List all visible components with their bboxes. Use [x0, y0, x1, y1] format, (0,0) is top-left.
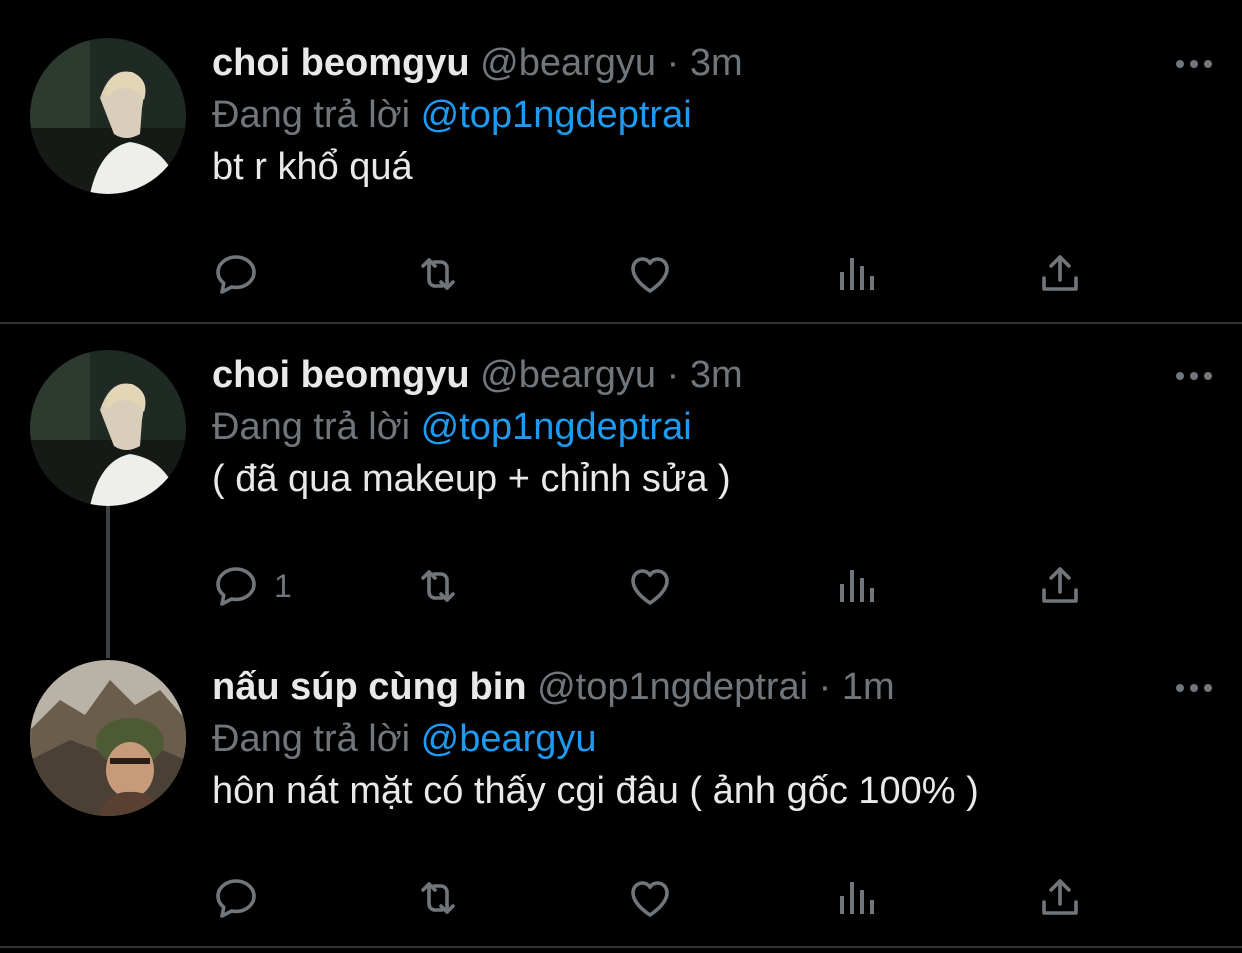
- reply-icon: [216, 879, 256, 918]
- more-icon[interactable]: [1174, 366, 1214, 386]
- timestamp[interactable]: 3m: [690, 354, 743, 396]
- like-button[interactable]: [626, 872, 674, 924]
- reply-icon: [216, 255, 256, 294]
- like-button[interactable]: [626, 560, 674, 612]
- retweet-button[interactable]: [414, 560, 462, 612]
- like-button[interactable]: [626, 248, 674, 300]
- reply-to-mention[interactable]: @beargyu: [421, 718, 597, 760]
- avatar-beargyu[interactable]: [30, 350, 186, 506]
- reply-prefix: Đang trả lời: [212, 94, 411, 136]
- reply-prefix: Đang trả lời: [212, 718, 411, 760]
- reply-context: Đang trả lời @beargyu: [212, 716, 1242, 762]
- share-button[interactable]: [1036, 872, 1084, 924]
- reply-button[interactable]: [212, 872, 274, 924]
- reply-to-mention[interactable]: @top1ngdeptrai: [421, 94, 692, 136]
- avatar-top1ngdeptrai[interactable]: [30, 660, 186, 816]
- tweet-actions: 1: [212, 560, 1092, 612]
- analytics-icon: [840, 570, 874, 602]
- more-icon[interactable]: [1174, 54, 1214, 74]
- reply-context: Đang trả lời @top1ngdeptrai: [212, 404, 1242, 450]
- like-icon: [631, 881, 669, 917]
- reply-to-mention[interactable]: @top1ngdeptrai: [421, 406, 692, 448]
- timestamp[interactable]: 3m: [690, 42, 743, 84]
- separator-dot: ·: [666, 42, 680, 84]
- author-handle[interactable]: @beargyu: [480, 42, 656, 84]
- tweet-1[interactable]: choi beomgyu @beargyu · 3m Đang trả lời …: [0, 0, 1242, 322]
- author-name[interactable]: choi beomgyu: [212, 354, 470, 396]
- author-handle[interactable]: @beargyu: [480, 354, 656, 396]
- like-icon: [631, 257, 669, 293]
- reply-context: Đang trả lời @top1ngdeptrai: [212, 92, 1242, 138]
- retweet-button[interactable]: [414, 872, 462, 924]
- retweet-button[interactable]: [414, 248, 462, 300]
- analytics-button[interactable]: [832, 248, 880, 300]
- retweet-icon: [421, 882, 455, 914]
- more-icon[interactable]: [1174, 678, 1214, 698]
- separator-dot: ·: [818, 666, 832, 708]
- share-button[interactable]: [1036, 560, 1084, 612]
- analytics-button[interactable]: [832, 872, 880, 924]
- share-icon: [1042, 879, 1078, 915]
- analytics-button[interactable]: [832, 560, 880, 612]
- tweet-text: ( đã qua makeup + chỉnh sửa ): [212, 458, 731, 500]
- tweet-text: bt r khổ quá: [212, 146, 413, 188]
- avatar-beargyu[interactable]: [30, 38, 186, 194]
- share-button[interactable]: [1036, 248, 1084, 300]
- reply-button[interactable]: [212, 248, 274, 300]
- author-handle[interactable]: @top1ngdeptrai: [537, 666, 808, 708]
- like-icon: [631, 569, 669, 605]
- share-icon: [1042, 567, 1078, 603]
- reply-button[interactable]: 1: [212, 560, 292, 612]
- tweet-3[interactable]: nấu súp cùng bin @top1ngdeptrai · 1m Đan…: [0, 636, 1242, 946]
- tweet-actions: [212, 248, 1092, 300]
- tweet-text: hôn nát mặt có thấy cgi đâu ( ảnh gốc 10…: [212, 770, 979, 812]
- retweet-icon: [421, 570, 455, 602]
- retweet-icon: [421, 258, 455, 290]
- reply-count: 1: [274, 567, 292, 604]
- reply-icon: [216, 567, 256, 606]
- tweet-actions: [212, 872, 1092, 924]
- author-name[interactable]: choi beomgyu: [212, 42, 470, 84]
- tweet-divider: [0, 946, 1242, 948]
- tweet-2[interactable]: choi beomgyu @beargyu · 3m Đang trả lời …: [0, 324, 1242, 634]
- analytics-icon: [840, 882, 874, 914]
- analytics-icon: [840, 258, 874, 290]
- timestamp[interactable]: 1m: [842, 666, 895, 708]
- author-name[interactable]: nấu súp cùng bin: [212, 666, 527, 708]
- reply-prefix: Đang trả lời: [212, 406, 411, 448]
- share-icon: [1042, 255, 1078, 291]
- separator-dot: ·: [666, 354, 680, 396]
